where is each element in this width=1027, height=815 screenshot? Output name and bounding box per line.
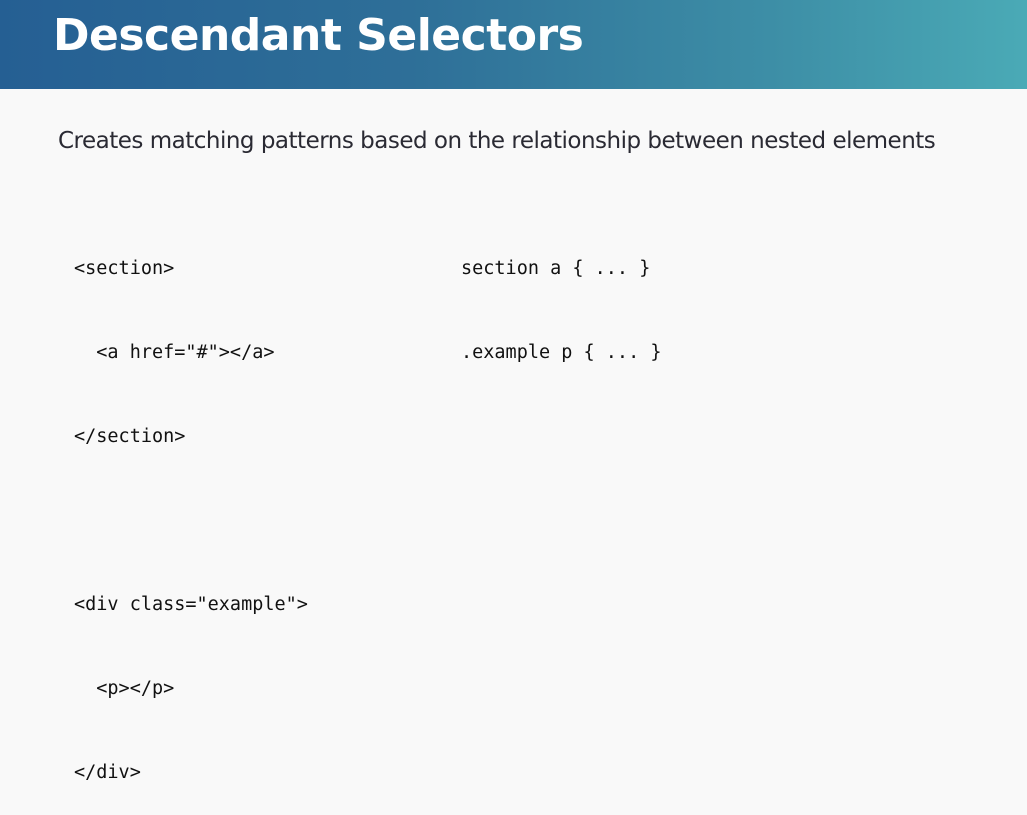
slide-header: Descendant Selectors (0, 0, 1027, 89)
html-code-line: </div> (74, 762, 141, 783)
html-code-block: <section> <a href="#"></a> </section> <d… (74, 199, 308, 815)
css-code-line: section a { ... } (461, 258, 651, 279)
html-code-line (74, 507, 308, 535)
html-code-line: <section> (74, 258, 175, 279)
html-code-line: <p></p> (74, 678, 175, 699)
slide-subtitle: Creates matching patterns based on the r… (58, 128, 936, 154)
html-code-line: <a href="#"></a> (74, 342, 275, 363)
html-code-line: <div class="example"> (74, 594, 308, 615)
css-code-line: .example p { ... } (461, 342, 662, 363)
css-code-block: section a { ... } .example p { ... } (461, 199, 661, 395)
slide-title: Descendant Selectors (53, 10, 584, 61)
html-code-line: </section> (74, 426, 186, 447)
